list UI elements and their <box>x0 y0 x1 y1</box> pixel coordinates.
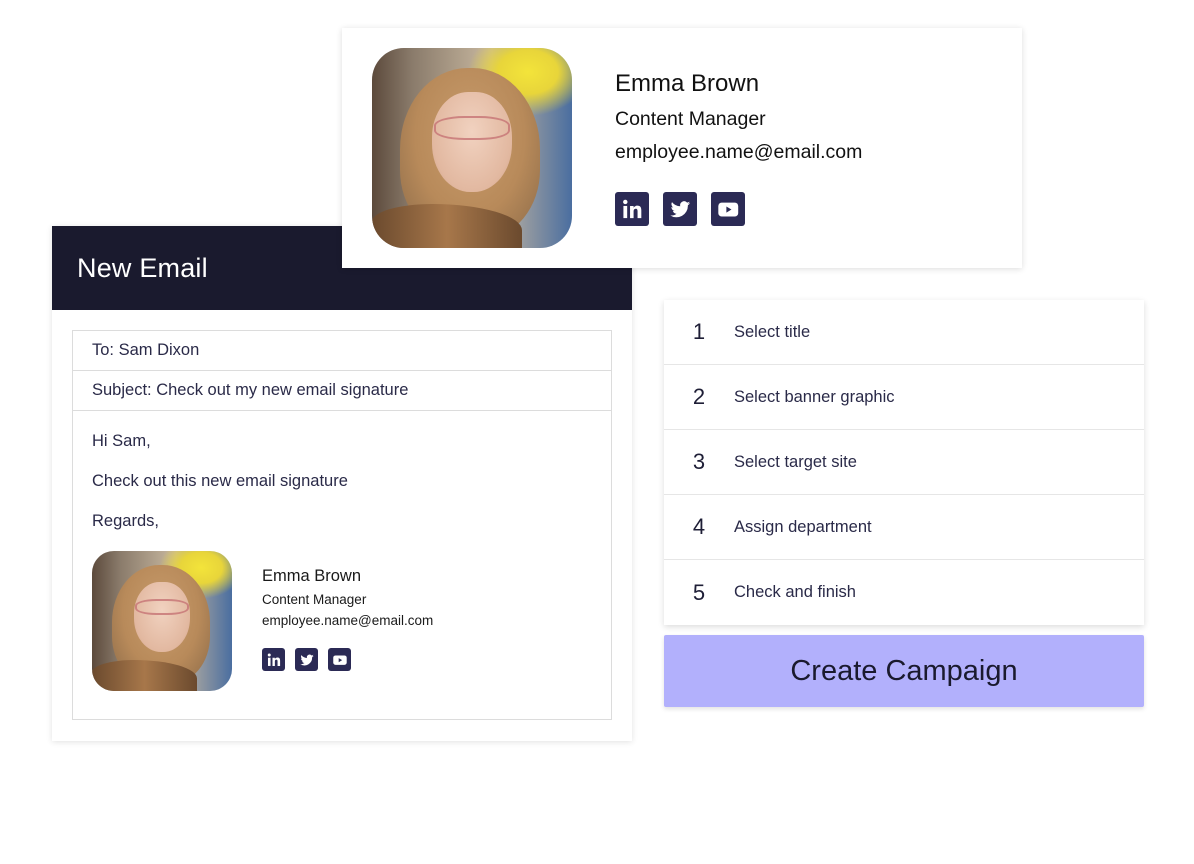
step-label: Select banner graphic <box>734 387 895 406</box>
signature-title: Content Manager <box>262 592 367 607</box>
signature-title: Content Manager <box>615 108 766 130</box>
step-label: Assign department <box>734 517 872 536</box>
step-number: 3 <box>692 449 706 474</box>
step-number: 4 <box>692 514 706 539</box>
signature-name: Emma Brown <box>615 70 760 97</box>
new-email-window: New Email To: Sam Dixon Subject: Check o… <box>52 226 632 741</box>
step-item-select-title[interactable]: 1 Select title <box>664 300 1144 365</box>
create-campaign-button[interactable]: Create Campaign <box>664 635 1144 707</box>
step-item-check-and-finish[interactable]: 5 Check and finish <box>664 560 1144 625</box>
social-links <box>615 192 862 226</box>
linkedin-icon[interactable] <box>262 648 285 671</box>
step-label: Check and finish <box>734 583 856 601</box>
youtube-icon[interactable] <box>711 192 745 226</box>
email-body[interactable]: Hi Sam, Check out this new email signatu… <box>73 411 611 711</box>
step-label: Select title <box>734 322 811 341</box>
step-number: 5 <box>692 579 706 605</box>
email-body-line: Check out this new email signature <box>92 472 348 490</box>
twitter-icon[interactable] <box>663 192 697 226</box>
step-item-select-target-site[interactable]: 3 Select target site <box>664 430 1144 495</box>
step-label: Select target site <box>734 452 857 471</box>
campaign-steps-list: 1 Select title 2 Select banner graphic 3… <box>664 300 1144 625</box>
email-greeting: Hi Sam, <box>92 432 151 450</box>
linkedin-icon[interactable] <box>615 192 649 226</box>
step-number: 2 <box>692 384 706 409</box>
profile-photo <box>92 551 232 691</box>
email-closing: Regards, <box>92 512 159 530</box>
email-signature-preview: Emma Brown Content Manager employee.name… <box>92 551 592 691</box>
to-field[interactable]: To: Sam Dixon <box>73 331 611 371</box>
social-links <box>262 648 433 671</box>
step-number: 1 <box>692 319 706 344</box>
email-compose-form: To: Sam Dixon Subject: Check out my new … <box>72 330 612 720</box>
signature-email[interactable]: employee.name@email.com <box>615 141 862 164</box>
subject-field[interactable]: Subject: Check out my new email signatur… <box>73 371 611 411</box>
step-item-assign-department[interactable]: 4 Assign department <box>664 495 1144 560</box>
signature-email[interactable]: employee.name@email.com <box>262 613 433 628</box>
youtube-icon[interactable] <box>328 648 351 671</box>
signature-card: Emma Brown Content Manager employee.name… <box>342 28 1022 268</box>
signature-name: Emma Brown <box>262 567 362 585</box>
twitter-icon[interactable] <box>295 648 318 671</box>
step-item-select-banner-graphic[interactable]: 2 Select banner graphic <box>664 365 1144 430</box>
profile-photo <box>372 48 572 248</box>
